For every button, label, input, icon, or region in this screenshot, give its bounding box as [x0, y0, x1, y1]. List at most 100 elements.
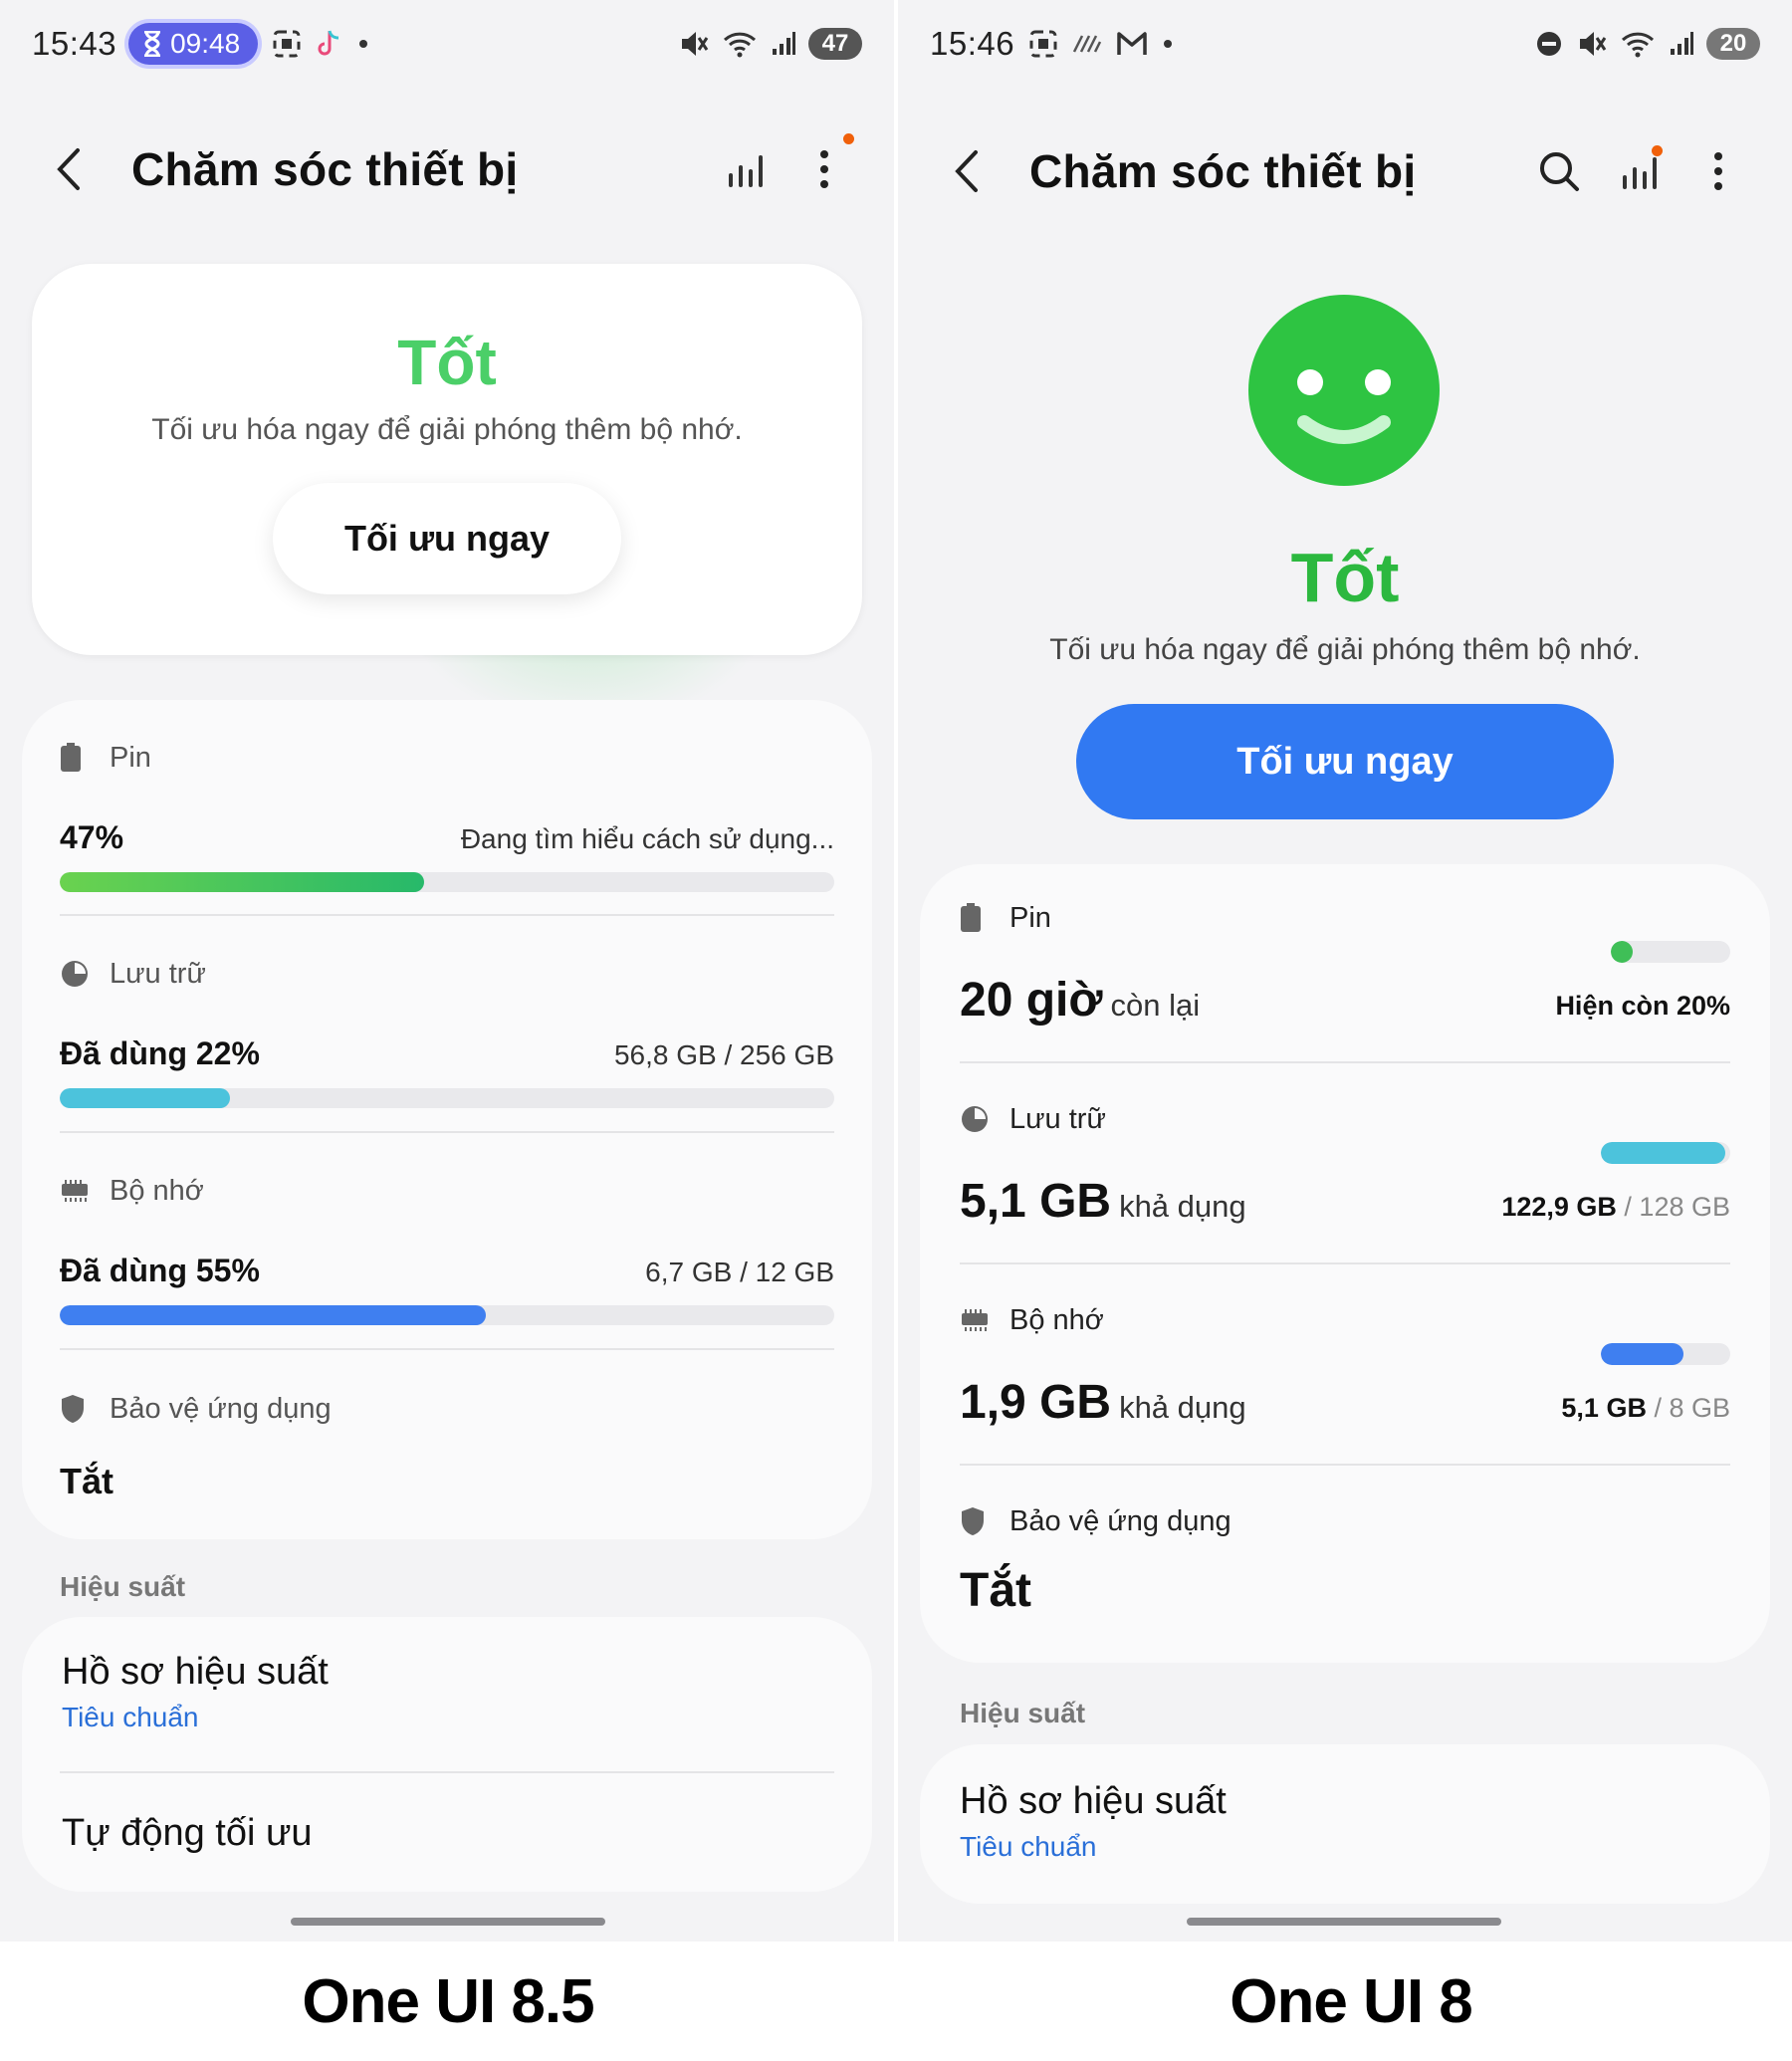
memory-available: 1,9 GB: [960, 1376, 1112, 1429]
storage-label: Lưu trữ: [110, 957, 206, 990]
app-protection-section[interactable]: Bảo vệ ứng dụng Tắt: [960, 1501, 1730, 1618]
progress-fill: [60, 872, 424, 892]
caption-one-ui-8-5: One UI 8.5: [302, 1967, 594, 2036]
wifi-icon: [723, 30, 757, 58]
memory-mini-bar: [1601, 1343, 1730, 1365]
storage-used: 122,9 GB: [1501, 1192, 1617, 1222]
storage-available-unit: khả dụng: [1119, 1189, 1246, 1224]
back-button[interactable]: [954, 141, 994, 201]
home-indicator[interactable]: [1187, 1918, 1501, 1926]
wifi-icon: [1621, 30, 1655, 58]
caption-one-ui-8: One UI 8: [1230, 1967, 1473, 2036]
app-protection-status: Tắt: [960, 1564, 1031, 1617]
home-indicator[interactable]: [291, 1918, 605, 1926]
status-description: Tối ưu hóa ngay để giải phóng thêm bộ nh…: [1049, 633, 1641, 666]
optimize-now-button[interactable]: Tối ưu ngay: [1076, 704, 1614, 819]
performance-profile-title: Hồ sơ hiệu suất: [62, 1651, 329, 1693]
shield-icon: [60, 1394, 100, 1424]
more-options-button[interactable]: [1679, 131, 1758, 211]
memory-progress: [60, 1305, 834, 1325]
screenshot-one-ui-8: 15:46 20 Chăm sóc thiết bị Tốt Tối ưu hó…: [898, 0, 1792, 1942]
memory-section[interactable]: Bộ nhớ 1,9 GB khả dụng 5,1 GB / 8 GB: [960, 1300, 1730, 1430]
battery-section[interactable]: Pin 47% Đang tìm hiểu cách sử dụng...: [60, 738, 834, 892]
app-protection-label: Bảo vệ ứng dụng: [1009, 1504, 1232, 1537]
chevron-left-icon: [57, 148, 80, 190]
signal-icon: [771, 31, 796, 57]
notification-dot: [359, 40, 368, 48]
storage-used: Đã dùng 22%: [60, 1035, 260, 1071]
memory-used: Đã dùng 55%: [60, 1253, 260, 1288]
storage-detail: 56,8 GB / 256 GB: [613, 1039, 834, 1070]
progress-fill: [1601, 1343, 1684, 1365]
storage-section[interactable]: Lưu trữ Đã dùng 22% 56,8 GB / 256 GB: [60, 954, 834, 1108]
wifi-calling-icon: [1072, 34, 1102, 54]
do-not-disturb-icon: [1535, 30, 1563, 58]
pie-chart-icon: [60, 959, 100, 989]
notification-dot: [1164, 40, 1173, 48]
search-icon: [1540, 152, 1579, 191]
more-vert-icon: [1714, 152, 1722, 190]
storage-total: / 128 GB: [1624, 1192, 1730, 1222]
stats-card: Pin 47% Đang tìm hiểu cách sử dụng... Lư…: [22, 700, 872, 1539]
battery-percent: 47%: [60, 819, 124, 855]
status-bar: 15:46 20: [930, 20, 1760, 68]
hourglass-icon: [144, 31, 161, 57]
device-status: Tốt: [1290, 539, 1400, 616]
stats-button[interactable]: [705, 129, 784, 209]
battery-section[interactable]: Pin 20 giờ còn lại Hiện còn 20%: [960, 898, 1730, 1028]
back-button[interactable]: [56, 139, 96, 199]
storage-section[interactable]: Lưu trữ 5,1 GB khả dụng 122,9 GB / 128 GB: [960, 1099, 1730, 1229]
notification-badge: [1652, 145, 1663, 156]
battery-icon: [960, 903, 1000, 933]
pie-chart-icon: [960, 1104, 1000, 1134]
chevron-left-icon: [955, 150, 978, 192]
memory-label: Bộ nhớ: [1009, 1303, 1104, 1336]
app-protection-section[interactable]: Bảo vệ ứng dụng Tắt: [60, 1389, 834, 1502]
memory-total: / 8 GB: [1654, 1393, 1730, 1423]
memory-used: 5,1 GB: [1561, 1393, 1647, 1423]
screenshot-one-ui-8-5: 15:43 09:48 47 Chăm sóc thiết bị Tốt Tối…: [0, 0, 894, 1942]
app-bar: Chăm sóc thiết bị: [898, 131, 1792, 211]
more-options-button[interactable]: [784, 129, 864, 209]
optimize-now-button[interactable]: Tối ưu ngay: [273, 483, 621, 594]
progress-fill: [1611, 941, 1633, 963]
status-card: Tốt Tối ưu hóa ngay để giải phóng thêm b…: [32, 264, 862, 655]
performance-profile-title: Hồ sơ hiệu suất: [960, 1780, 1227, 1822]
notification-badge: [843, 133, 854, 144]
battery-remaining: Hiện còn 20%: [1555, 991, 1730, 1021]
gmail-icon: [1116, 31, 1148, 57]
battery-label: Pin: [1009, 901, 1051, 934]
battery-time-left: 20 giờ: [960, 974, 1103, 1027]
battery-detail: Đang tìm hiểu cách sử dụng...: [460, 823, 834, 854]
performance-group-label: Hiệu suất: [960, 1698, 1086, 1728]
battery-icon: [60, 743, 100, 773]
performance-profile-item[interactable]: Hồ sơ hiệu suất Tiêu chuẩn: [22, 1617, 872, 1772]
stats-card: Pin 20 giờ còn lại Hiện còn 20% Lưu trữ 5…: [920, 864, 1770, 1663]
battery-indicator: 47: [808, 28, 862, 60]
storage-mini-bar: [1601, 1142, 1730, 1164]
progress-fill: [60, 1305, 486, 1325]
battery-label: Pin: [110, 741, 151, 774]
mute-icon: [679, 30, 709, 58]
smiley-face-icon: [1248, 295, 1440, 486]
progress-fill: [1601, 1142, 1725, 1164]
screen-capture-icon: [272, 29, 302, 59]
memory-section[interactable]: Bộ nhớ Đã dùng 55% 6,7 GB / 12 GB: [60, 1171, 834, 1325]
auto-optimize-item[interactable]: Tự động tối ưu: [22, 1772, 872, 1855]
storage-label: Lưu trữ: [1009, 1102, 1106, 1135]
app-protection-status: Tắt: [60, 1461, 113, 1501]
stats-button[interactable]: [1599, 131, 1679, 211]
performance-profile-item[interactable]: Hồ sơ hiệu suất Tiêu chuẩn: [920, 1744, 1770, 1863]
timer-chip[interactable]: 09:48: [128, 23, 259, 65]
bar-chart-icon: [729, 155, 763, 187]
device-status: Tốt: [397, 327, 497, 398]
progress-fill: [60, 1088, 231, 1108]
memory-label: Bộ nhớ: [110, 1174, 204, 1207]
status-time: 15:43: [32, 25, 117, 62]
app-protection-label: Bảo vệ ứng dụng: [110, 1392, 332, 1425]
battery-time-unit: còn lại: [1110, 988, 1201, 1023]
storage-available: 5,1 GB: [960, 1175, 1112, 1228]
page-title: Chăm sóc thiết bị: [1029, 145, 1417, 197]
screen-capture-icon: [1028, 29, 1058, 59]
search-button[interactable]: [1519, 131, 1599, 211]
